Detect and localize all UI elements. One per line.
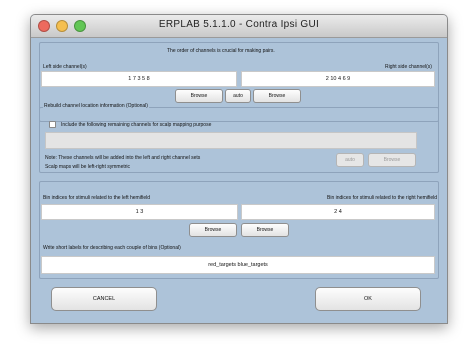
right-channels-label: Right side channel(s) [385, 64, 432, 70]
remaining-channels-input[interactable] [45, 132, 417, 149]
window-title: ERPLAB 5.1.1.0 - Contra Ipsi GUI [158, 19, 320, 30]
left-bins-label: Bin indices for stimuli related to the l… [43, 195, 150, 201]
browse-right-channels-button[interactable]: Browse [253, 89, 301, 103]
right-bins-input[interactable]: 2 4 [241, 204, 435, 220]
right-channels-input[interactable]: 2 10 4 6 9 [241, 71, 435, 87]
browse-left-bins-button[interactable]: Browse [189, 223, 237, 237]
rebuild-location-legend: Rebuild channel location information (Op… [43, 103, 149, 109]
browse-right-bins-button[interactable]: Browse [241, 223, 289, 237]
left-bins-input[interactable]: 1 3 [41, 204, 238, 220]
channel-order-hint: The order of channels is crucial for mak… [167, 48, 275, 54]
bin-labels-input[interactable]: red_targets blue_targets [41, 256, 435, 274]
cancel-button[interactable]: CANCEL [51, 287, 157, 311]
include-remaining-channels-label: Include the following remaining channels… [61, 122, 212, 128]
ok-button[interactable]: OK [315, 287, 421, 311]
title-bar: ERPLAB 5.1.1.0 - Contra Ipsi GUI [31, 15, 447, 38]
auto-channels-button[interactable]: auto [225, 89, 251, 103]
bin-labels-prompt: Write short labels for describing each c… [43, 245, 181, 251]
right-bins-label: Bin indices for stimuli related to the r… [327, 195, 438, 201]
contra-ipsi-window: ERPLAB 5.1.1.0 - Contra Ipsi GUI The ord… [30, 14, 448, 324]
rebuild-note-line1: Note: These channels will be added into … [45, 155, 201, 161]
left-channels-label: Left side channel(s) [43, 64, 87, 70]
rebuild-note-line2: Scalp maps will be left-right symmetric [45, 164, 131, 170]
rebuild-auto-button[interactable]: auto [336, 153, 364, 167]
rebuild-browse-button[interactable]: Browse [368, 153, 416, 167]
include-remaining-channels-checkbox[interactable] [49, 121, 56, 128]
browse-left-channels-button[interactable]: Browse [175, 89, 223, 103]
left-channels-input[interactable]: 1 7 3 5 8 [41, 71, 237, 87]
